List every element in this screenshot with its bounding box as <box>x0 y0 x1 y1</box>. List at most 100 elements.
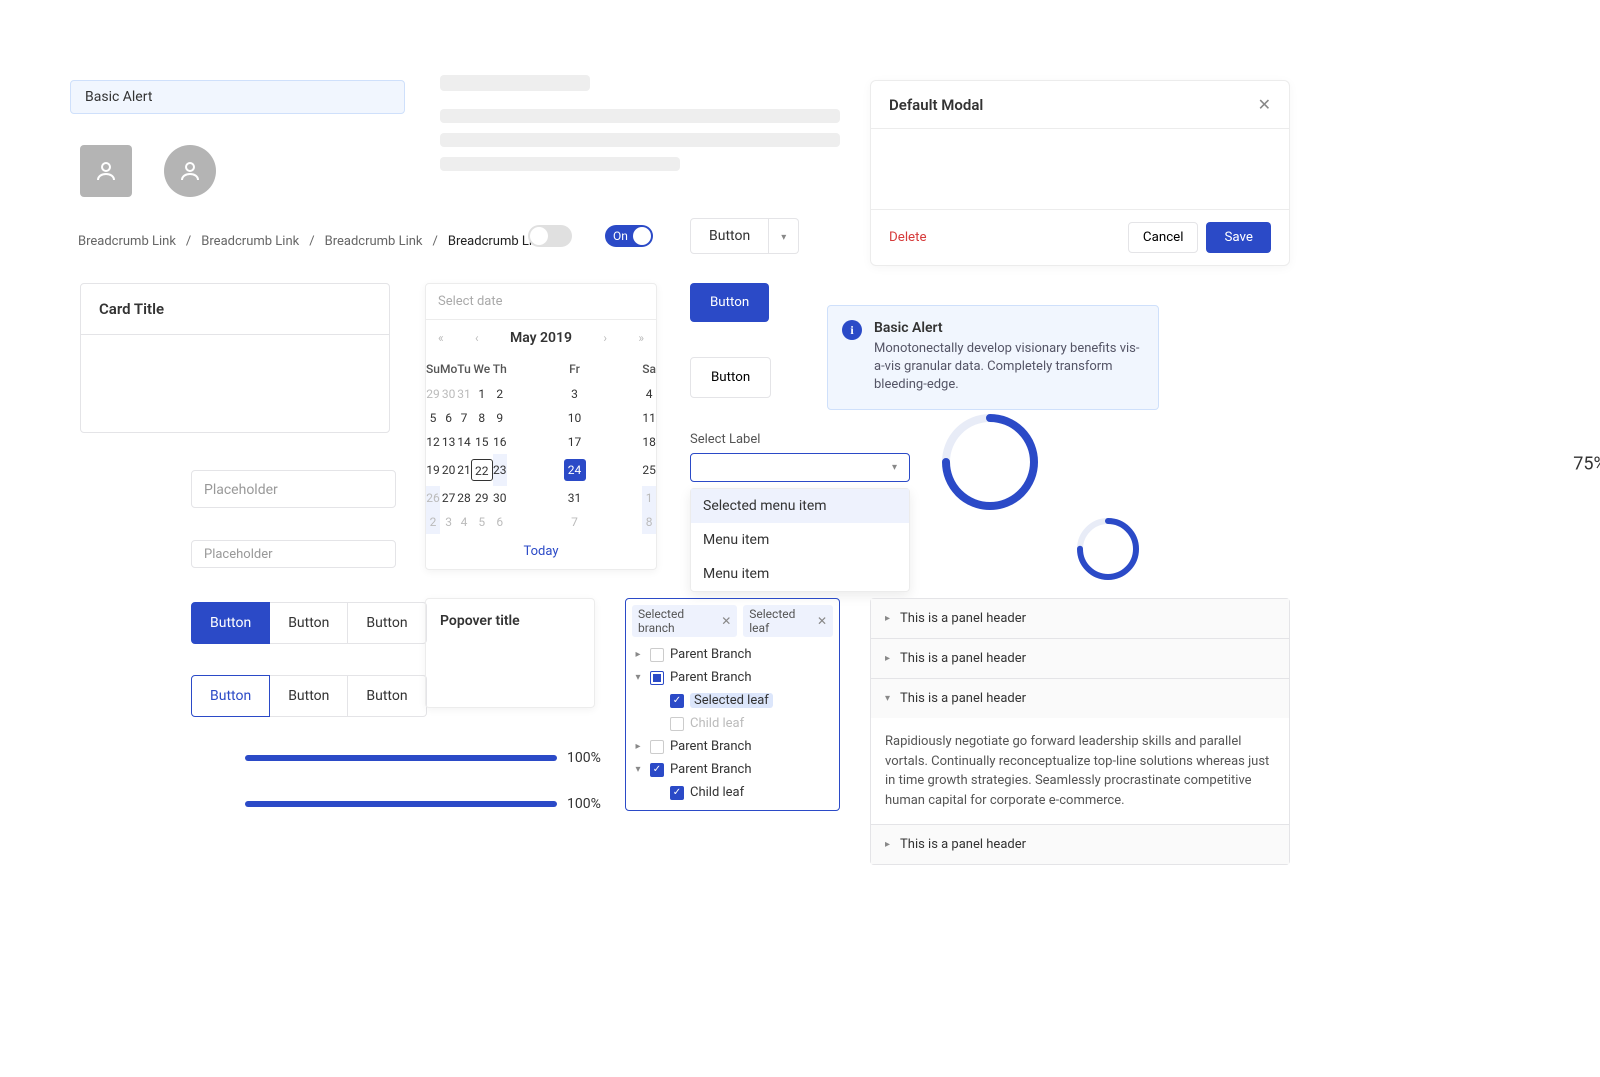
segment-button[interactable]: Button <box>191 602 270 644</box>
calendar-day[interactable]: 20 <box>440 454 457 486</box>
tree-node[interactable]: ▸Parent Branch <box>632 735 833 758</box>
calendar-day[interactable]: 10 <box>507 406 643 430</box>
tree-node[interactable]: ▾✓Parent Branch <box>632 758 833 781</box>
next-year-icon[interactable]: » <box>638 331 644 345</box>
toggle-on[interactable]: On <box>605 225 653 247</box>
breadcrumb-link[interactable]: Breadcrumb Link <box>78 234 176 249</box>
prev-month-icon[interactable]: ‹ <box>475 331 479 345</box>
calendar-day[interactable]: 18 <box>642 430 656 454</box>
calendar-day[interactable]: 23 <box>493 454 507 486</box>
checkbox-checked[interactable]: ✓ <box>650 763 664 777</box>
select-option[interactable]: Menu item <box>691 523 909 557</box>
calendar-day[interactable]: 25 <box>642 454 656 486</box>
toggle-off[interactable] <box>528 225 572 247</box>
calendar-day[interactable]: 8 <box>471 406 493 430</box>
calendar-day[interactable]: 26 <box>426 486 440 510</box>
calendar-day[interactable]: 13 <box>440 430 457 454</box>
checkbox[interactable] <box>650 648 664 662</box>
checkbox-indeterminate[interactable] <box>650 671 664 685</box>
calendar-day[interactable]: 31 <box>507 486 643 510</box>
calendar-day[interactable]: 9 <box>493 406 507 430</box>
calendar-day[interactable]: 5 <box>426 406 440 430</box>
date-input[interactable]: Select date <box>426 284 656 320</box>
chevron-right-icon[interactable]: ▸ <box>632 741 644 752</box>
calendar-day[interactable]: 1 <box>642 486 656 510</box>
alert-info: i Basic Alert Monotonectally develop vis… <box>827 305 1159 410</box>
accordion-header[interactable]: ▸This is a panel header <box>871 639 1289 678</box>
calendar-day[interactable]: 15 <box>471 430 493 454</box>
tree-node[interactable]: ▸Parent Branch <box>632 643 833 666</box>
split-button-main[interactable]: Button <box>690 218 769 254</box>
chevron-down-icon[interactable]: ▾ <box>632 764 644 775</box>
accordion-header[interactable]: ▾This is a panel header <box>871 679 1289 718</box>
calendar-day[interactable]: 7 <box>507 510 643 534</box>
calendar-day[interactable]: 27 <box>440 486 457 510</box>
calendar-day[interactable]: 4 <box>642 382 656 406</box>
breadcrumb-link[interactable]: Breadcrumb Link <box>325 234 423 249</box>
close-icon[interactable]: ✕ <box>1258 95 1271 114</box>
segment-button[interactable]: Button <box>191 675 270 717</box>
checkbox-checked[interactable]: ✓ <box>670 694 684 708</box>
calendar-day[interactable]: 2 <box>493 382 507 406</box>
select-box[interactable]: ▾ <box>690 453 910 482</box>
today-link[interactable]: Today <box>426 534 656 569</box>
calendar-day[interactable]: 29 <box>426 382 440 406</box>
calendar-day[interactable]: 28 <box>457 486 471 510</box>
checkbox[interactable] <box>650 740 664 754</box>
segment-button[interactable]: Button <box>270 675 348 717</box>
calendar-day[interactable]: 17 <box>507 430 643 454</box>
calendar-day[interactable]: 30 <box>440 382 457 406</box>
calendar-day[interactable]: 6 <box>493 510 507 534</box>
calendar-day[interactable]: 19 <box>426 454 440 486</box>
calendar-day[interactable]: 14 <box>457 430 471 454</box>
select-option[interactable]: Menu item <box>691 557 909 591</box>
select-option[interactable]: Selected menu item <box>691 489 909 523</box>
calendar-day[interactable]: 12 <box>426 430 440 454</box>
calendar-day[interactable]: 3 <box>440 510 457 534</box>
next-month-icon[interactable]: › <box>603 331 607 345</box>
breadcrumb-link[interactable]: Breadcrumb Link <box>201 234 299 249</box>
calendar-day[interactable]: 3 <box>507 382 643 406</box>
accordion-header[interactable]: ▸This is a panel header <box>871 825 1289 864</box>
calendar-day[interactable]: 4 <box>457 510 471 534</box>
calendar-day[interactable]: 24 <box>507 454 643 486</box>
checkbox-checked[interactable]: ✓ <box>670 786 684 800</box>
segment-button[interactable]: Button <box>348 602 426 644</box>
split-button-caret[interactable]: ▾ <box>769 218 799 254</box>
cancel-button[interactable]: Cancel <box>1128 222 1199 253</box>
card: Card Title <box>80 283 390 433</box>
calendar-day[interactable]: 11 <box>642 406 656 430</box>
calendar-day[interactable]: 16 <box>493 430 507 454</box>
segment-button[interactable]: Button <box>348 675 426 717</box>
tree-select[interactable]: Selected branch✕ Selected leaf✕ ▸Parent … <box>625 598 840 811</box>
calendar-day[interactable]: 31 <box>457 382 471 406</box>
tree-node[interactable]: ✓Child leaf <box>632 781 833 804</box>
calendar-day[interactable]: 30 <box>493 486 507 510</box>
chevron-right-icon[interactable]: ▸ <box>632 649 644 660</box>
calendar-day[interactable]: 5 <box>471 510 493 534</box>
text-input-small[interactable]: Placeholder <box>191 540 396 568</box>
ghost-button[interactable]: Button <box>690 357 771 398</box>
calendar-day[interactable]: 21 <box>457 454 471 486</box>
delete-button[interactable]: Delete <box>889 230 927 245</box>
chevron-down-icon[interactable]: ▾ <box>632 672 644 683</box>
calendar-day[interactable]: 7 <box>457 406 471 430</box>
calendar-day[interactable]: 2 <box>426 510 440 534</box>
prev-year-icon[interactable]: « <box>438 331 444 345</box>
progress-ring-large: 75% <box>940 412 1600 516</box>
calendar-day[interactable]: 29 <box>471 486 493 510</box>
segment-button[interactable]: Button <box>270 602 348 644</box>
tree-node[interactable]: ▾Parent Branch <box>632 666 833 689</box>
tag-remove-icon[interactable]: ✕ <box>817 614 827 628</box>
calendar-day[interactable]: 8 <box>642 510 656 534</box>
text-input-large[interactable]: Placeholder <box>191 470 396 508</box>
tag-remove-icon[interactable]: ✕ <box>721 614 731 628</box>
tree-node[interactable]: ✓Selected leaf <box>632 689 833 712</box>
save-button[interactable]: Save <box>1206 222 1271 253</box>
calendar-day[interactable]: 22 <box>471 454 493 486</box>
calendar-day[interactable]: 6 <box>440 406 457 430</box>
chevron-right-icon: ▸ <box>885 653 890 664</box>
accordion-header[interactable]: ▸This is a panel header <box>871 599 1289 638</box>
primary-button[interactable]: Button <box>690 283 769 322</box>
calendar-day[interactable]: 1 <box>471 382 493 406</box>
